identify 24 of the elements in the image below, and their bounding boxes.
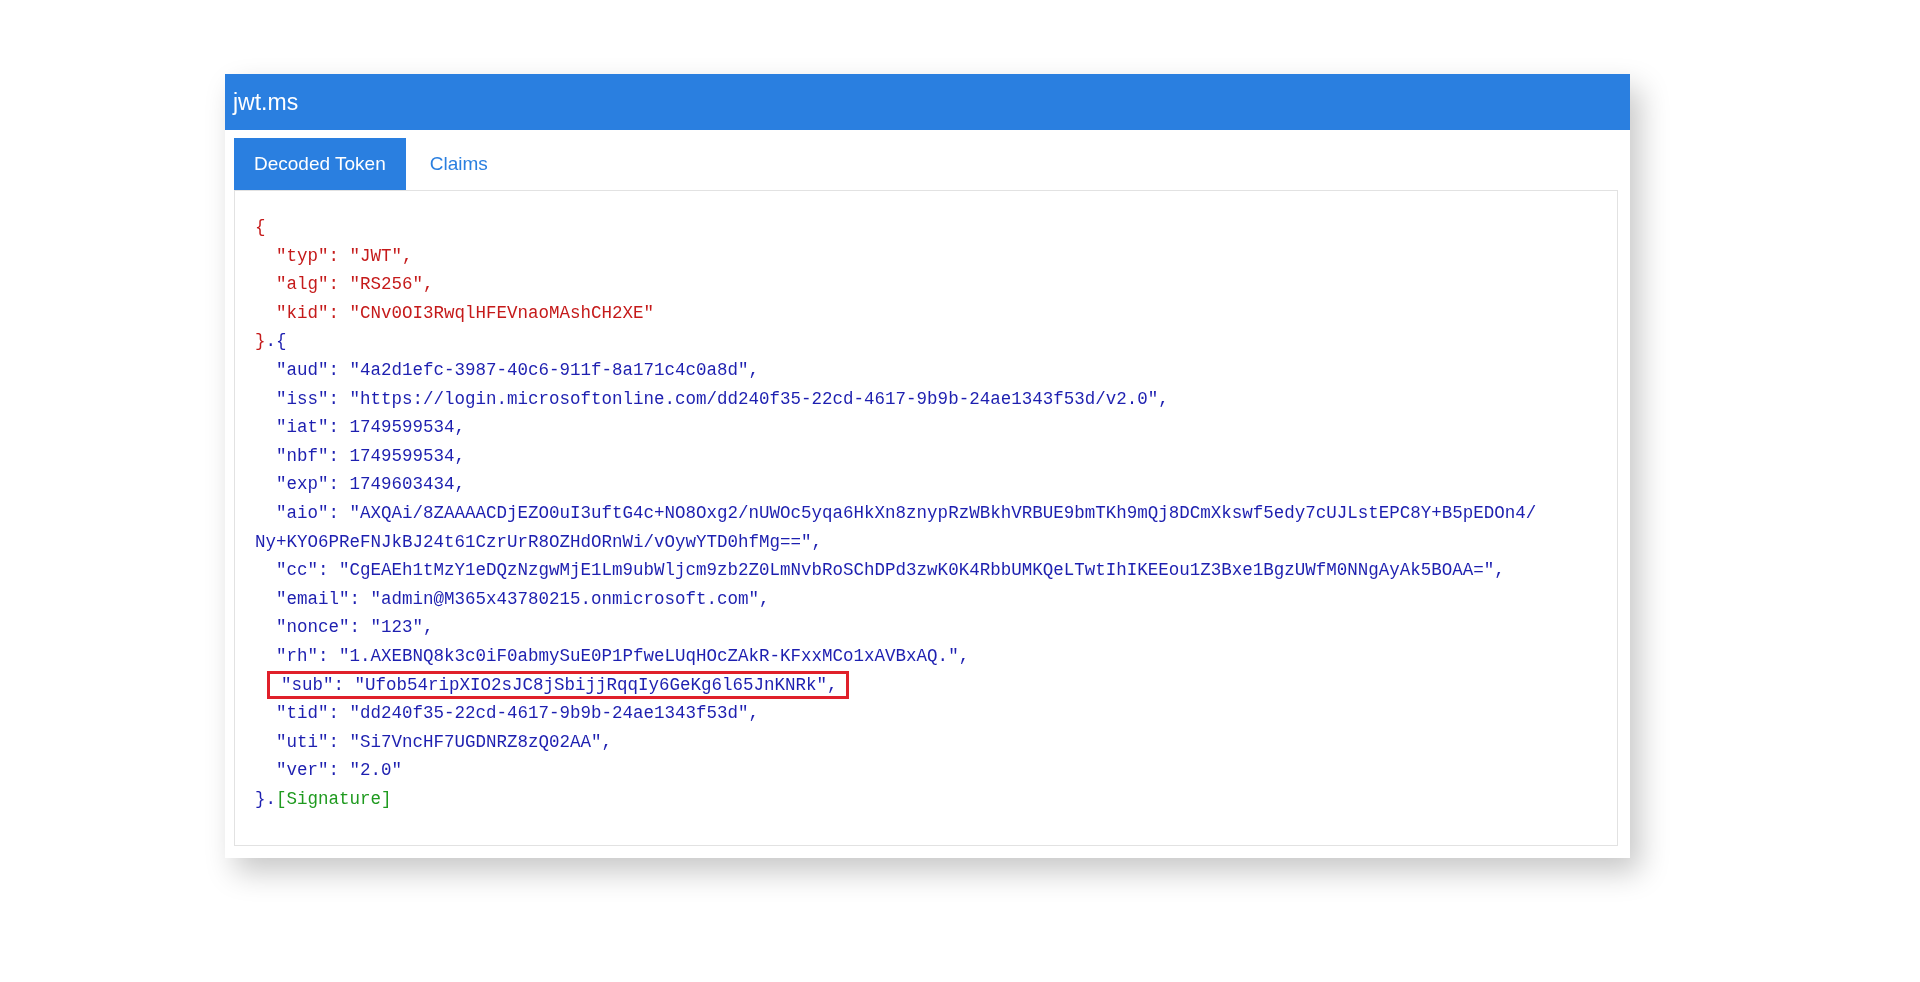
code-text: "iss": "https://login.microsoftonline.com/dd240f35-22cd-4617-9b9b-24ae1343f53d/v2.0",: [275, 388, 1169, 409]
code-text: }.: [255, 788, 276, 809]
code-text: "nbf": 1749599534,: [275, 445, 466, 466]
code-text: "cc": "CgEAEh1tMzY1eDQzNzgwMjE1Lm9ubWljcm9zb2Z0LmNvbRoSChDPd3zwK0K4RbbUMKQeLTwtIhIKEEou1Z3Bxe1BgzUWfM0NNgAyAk5BOAA=",: [275, 560, 1505, 581]
code-text: "nonce": "123",: [275, 617, 434, 638]
code-text: "uti": "Si7VncHF7UGDNRZ8zQ02AA",: [275, 731, 613, 752]
tab[interactable]: Decoded Token: [234, 138, 406, 190]
code-text: "tid": "dd240f35-22cd-4617-9b9b-24ae1343f53d",: [275, 703, 760, 724]
code-text: "rh": "1.AXEBNQ8k3c0iF0abmySuE0P1PfweLUqHOcZAkR-KFxxMCo1xAVBxAQ.",: [275, 645, 970, 666]
code-text: "aio": "AXQAi/8ZAAAACDjEZO0uI3uftG4c+NO8Oxg2/nUWOc5yqa6HkXn8znypRzWBkhVRBUE9bmTKh9mQj8DCmXkswf5edy7cUJLstEPC8Y+B5pEDOn4/Ny+KYO6PReFNJkBJ24t61CzrUrR8OZHdORnWi/vOywYTD0hfMg==",: [255, 502, 1537, 552]
code-text: {: [255, 217, 266, 237]
code-text: .{: [265, 331, 287, 352]
code-text: "exp": 1749603434,: [275, 474, 466, 495]
code-text: "iat": 1749599534,: [275, 417, 466, 438]
code-text: "kid": "CNv0OI3RwqlHFEVnaoMAshCH2XE": [275, 302, 655, 323]
code-text: "ver": "2.0": [275, 760, 403, 781]
app-title: jwt.ms: [233, 88, 299, 116]
code-text: }: [255, 331, 266, 352]
code-text: "alg": "RS256",: [275, 274, 434, 295]
code-text: "sub": "Ufob54ripXIO2sJC8jSbijjRqqIy6GeKg6l65JnKNRk",: [280, 674, 838, 695]
code-text: "typ": "JWT",: [275, 245, 413, 266]
code-text: [Signature]: [276, 788, 392, 809]
code-text: "email": "admin@M365x43780215.onmicrosoft.com",: [275, 588, 770, 609]
code-text: "aud": "4a2d1efc-3987-40c6-911f-8a171c4c0a8d",: [275, 359, 760, 380]
